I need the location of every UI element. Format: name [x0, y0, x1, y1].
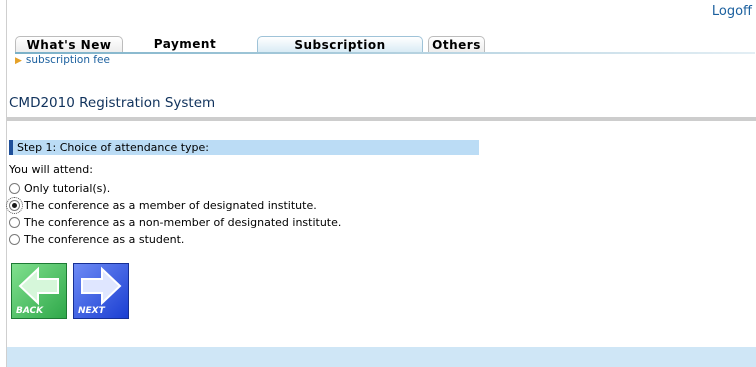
option-member[interactable]: The conference as a member of designated… [6, 197, 341, 214]
next-button[interactable]: NEXT [73, 263, 129, 319]
tab-whats-new[interactable]: What's New [15, 36, 123, 52]
tab-subscription[interactable]: Subscription [257, 36, 423, 52]
option-non-member[interactable]: The conference as a non-member of design… [9, 214, 341, 231]
tab-bar: What's New Payment Subscription Others [15, 34, 755, 56]
attendance-options: Only tutorial(s). The conference as a me… [6, 180, 341, 248]
option-label: The conference as a member of designated… [24, 199, 317, 212]
radio-non-member[interactable] [9, 217, 20, 228]
radio-tutorials[interactable] [9, 183, 20, 194]
tab-others[interactable]: Others [428, 36, 485, 52]
triangle-right-icon: ▶ [15, 56, 22, 66]
page-title: CMD2010 Registration System [9, 95, 216, 111]
option-label: The conference as a non-member of design… [24, 216, 342, 229]
tab-payment[interactable]: Payment [130, 36, 240, 52]
subscription-fee-link[interactable]: ▶ subscription fee [15, 54, 110, 66]
back-button[interactable]: BACK [11, 263, 67, 319]
next-label: NEXT [78, 306, 105, 316]
subscription-fee-label: subscription fee [25, 54, 110, 66]
footer-bar [7, 347, 756, 367]
back-label: BACK [16, 306, 44, 316]
radio-member[interactable] [6, 197, 23, 214]
option-label: The conference as a student. [24, 233, 185, 246]
option-label: Only tutorial(s). [24, 182, 111, 195]
step-header: Step 1: Choice of attendance type: [9, 140, 479, 155]
radio-student[interactable] [9, 234, 20, 245]
option-tutorials[interactable]: Only tutorial(s). [9, 180, 341, 197]
left-border [6, 0, 7, 367]
logoff-link[interactable]: Logoff [712, 4, 752, 19]
attendance-prompt: You will attend: [9, 163, 93, 176]
option-student[interactable]: The conference as a student. [9, 231, 341, 248]
title-divider [7, 117, 756, 121]
